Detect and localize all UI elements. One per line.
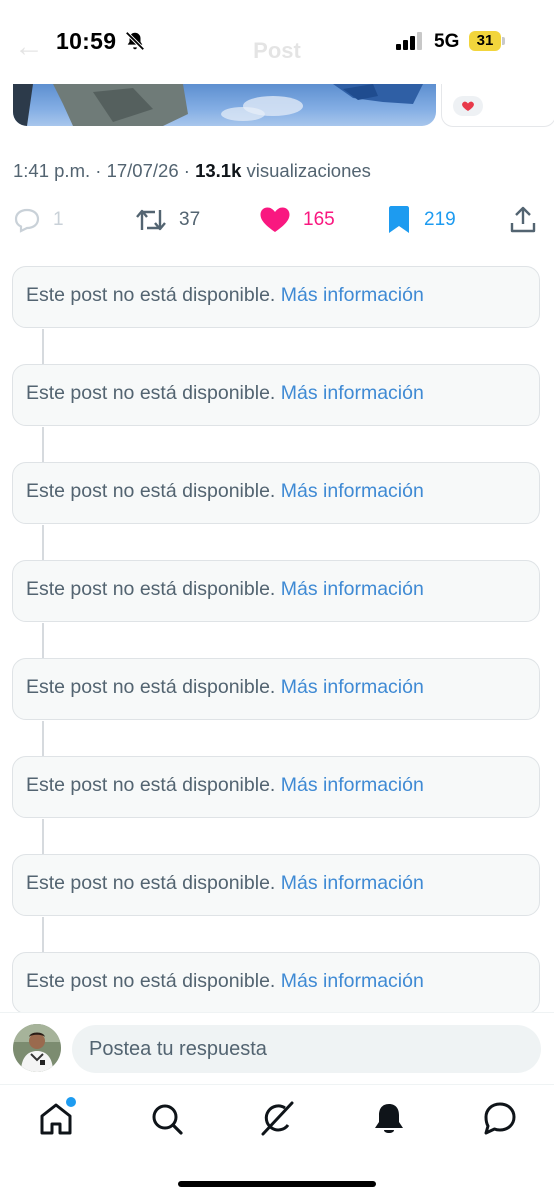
nav-search[interactable] (147, 1099, 187, 1139)
more-info-link[interactable]: Más información (281, 284, 424, 306)
meta-separator: · (178, 160, 196, 181)
unavailable-text: Este post no está disponible. (26, 872, 276, 894)
bookmark-filled-icon (389, 206, 409, 233)
thread-connector (42, 623, 44, 659)
battery-icon: 31 (469, 31, 505, 51)
network-type: 5G (434, 31, 460, 52)
reply-bar: Postea tu respuesta (0, 1012, 554, 1085)
grok-icon (261, 1101, 294, 1136)
signal-icon (396, 32, 422, 50)
more-info-link[interactable]: Más información (281, 480, 424, 502)
bottom-nav (0, 1084, 554, 1201)
post-image[interactable] (13, 84, 436, 126)
thread-connector (42, 427, 44, 463)
reply-count: 1 (53, 209, 64, 230)
battery-level: 31 (476, 32, 494, 49)
reply-input[interactable]: Postea tu respuesta (72, 1025, 541, 1073)
thread-connector (42, 917, 44, 953)
reply-button[interactable]: 1 (13, 200, 64, 240)
like-count: 165 (303, 209, 335, 230)
repost-button[interactable]: 37 (135, 200, 200, 240)
unavailable-post: Este post no está disponible. Más inform… (12, 658, 540, 720)
nav-grok[interactable] (257, 1099, 297, 1139)
share-icon (510, 206, 536, 233)
reply-icon (14, 208, 40, 233)
thread-connector (42, 525, 44, 561)
views-label: visualizaciones (246, 160, 371, 181)
unavailable-post: Este post no está disponible. Más inform… (12, 854, 540, 916)
more-info-link[interactable]: Más información (281, 774, 424, 796)
more-info-link[interactable]: Más información (281, 872, 424, 894)
post-date: 17/07/26 (106, 160, 179, 181)
heart-reaction-chip (453, 96, 483, 116)
bookmark-button[interactable]: 219 (386, 200, 456, 240)
search-icon (152, 1104, 183, 1135)
unavailable-post: Este post no está disponible. Más inform… (12, 364, 540, 426)
unavailable-post: Este post no está disponible. Más inform… (12, 952, 540, 1014)
notifications-icon (375, 1104, 403, 1133)
unavailable-text: Este post no está disponible. (26, 480, 276, 502)
avatar[interactable] (13, 1024, 61, 1072)
more-info-link[interactable]: Más información (281, 382, 424, 404)
action-bar: 1 37 165 219 (0, 200, 554, 240)
repost-count: 37 (179, 209, 201, 230)
nav-messages[interactable] (480, 1099, 520, 1139)
unavailable-post: Este post no está disponible. Más inform… (12, 462, 540, 524)
unavailable-text: Este post no está disponible. (26, 970, 276, 992)
unavailable-text: Este post no está disponible. (26, 382, 276, 404)
more-info-link[interactable]: Más información (281, 578, 424, 600)
unavailable-post: Este post no está disponible. Más inform… (12, 266, 540, 328)
red-heart-icon (462, 101, 474, 111)
unavailable-text: Este post no está disponible. (26, 578, 276, 600)
more-info-link[interactable]: Más información (281, 970, 424, 992)
share-button[interactable] (509, 200, 537, 240)
unavailable-post: Este post no está disponible. Más inform… (12, 560, 540, 622)
heart-filled-icon (260, 207, 290, 232)
unavailable-text: Este post no está disponible. (26, 774, 276, 796)
reply-placeholder: Postea tu respuesta (89, 1038, 267, 1060)
post-time: 1:41 p.m. (13, 160, 91, 181)
more-info-link[interactable]: Más información (281, 676, 424, 698)
avatar-image (13, 1024, 61, 1072)
thread-connector (42, 819, 44, 855)
home-indicator (178, 1181, 376, 1187)
unavailable-text: Este post no está disponible. (26, 284, 276, 306)
status-bar: ← Post 10:59 5G 31 (0, 0, 554, 84)
views-count[interactable]: 13.1k (195, 160, 241, 181)
meta-separator: · (90, 160, 107, 181)
image-content (13, 84, 423, 126)
repost-icon (136, 209, 166, 231)
bell-muted-icon (125, 31, 145, 51)
messages-icon (484, 1102, 516, 1135)
unavailable-text: Este post no está disponible. (26, 676, 276, 698)
unavailable-post: Este post no está disponible. Más inform… (12, 756, 540, 818)
nav-home[interactable] (36, 1095, 78, 1139)
bookmark-count: 219 (424, 209, 456, 230)
notification-dot (64, 1095, 78, 1109)
nav-notifications[interactable] (369, 1099, 409, 1139)
status-time: 10:59 (56, 28, 117, 54)
quoted-preview[interactable] (441, 84, 554, 127)
thread-connector (42, 721, 44, 757)
post-meta: 1:41 p.m. · 17/07/26 · 13.1k visualizaci… (13, 160, 371, 182)
like-button[interactable]: 165 (259, 200, 335, 240)
thread-connector (42, 329, 44, 365)
